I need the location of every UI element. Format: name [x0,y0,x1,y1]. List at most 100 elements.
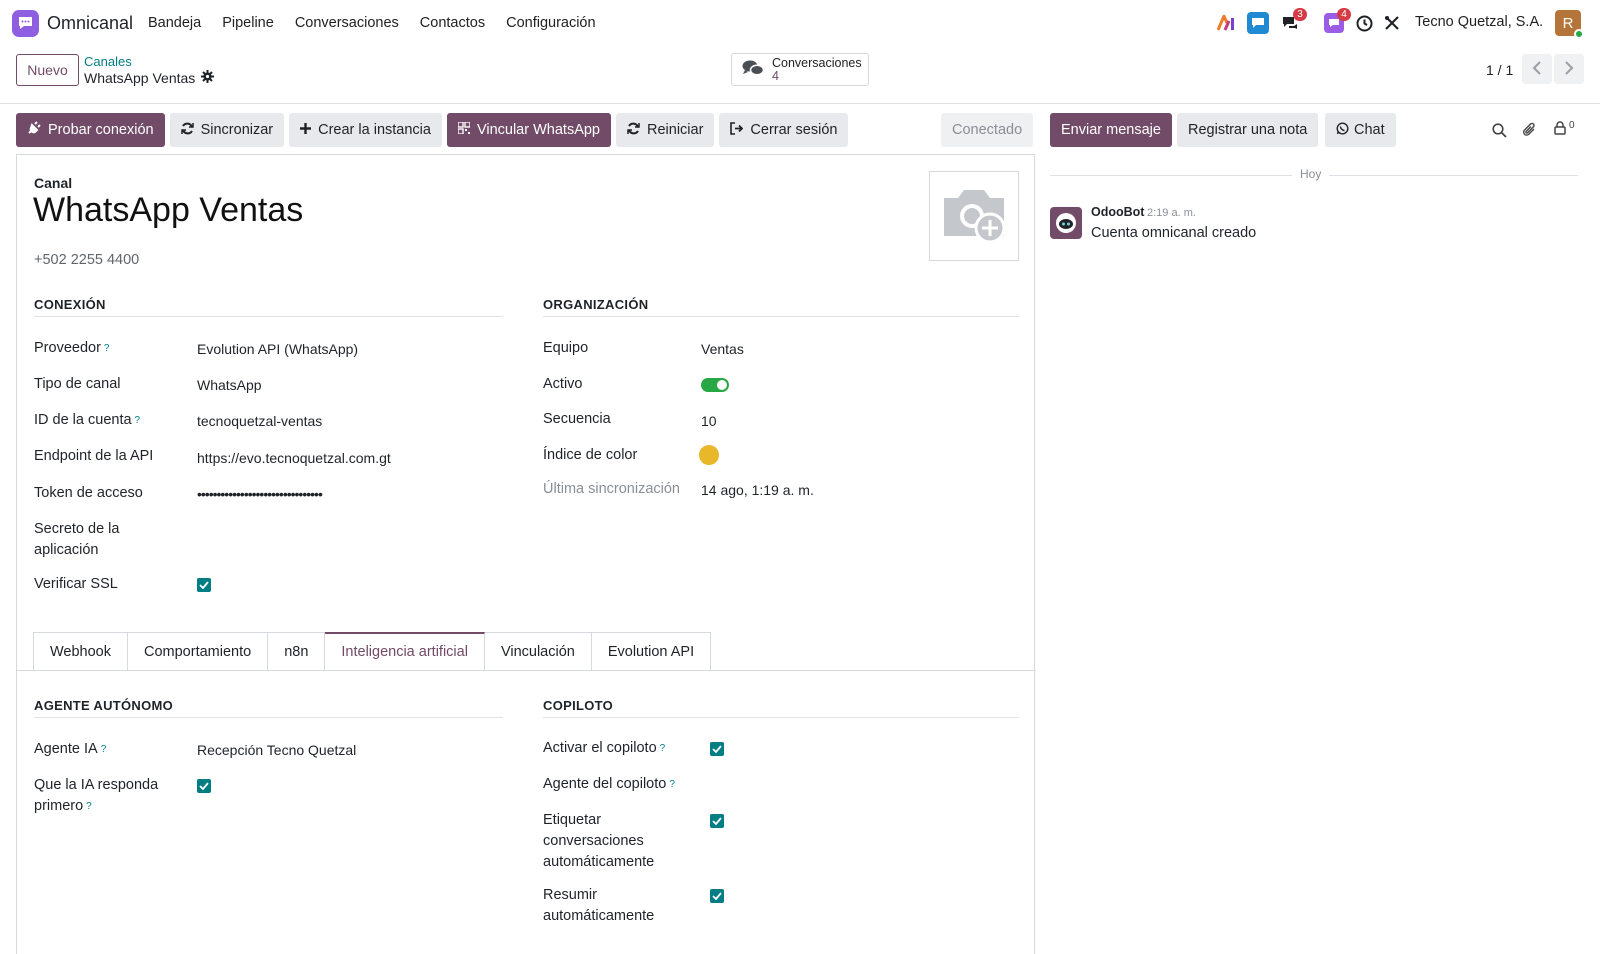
pager-next-button[interactable] [1554,54,1584,84]
whatsapp-chat-button[interactable]: Chat [1325,113,1396,147]
refresh-icon [627,122,640,139]
main-menu: Bandeja Pipeline Conversaciones Contacto… [148,15,617,31]
pager-previous-button[interactable] [1522,54,1552,84]
ssl-checkbox[interactable] [197,578,211,592]
link-whatsapp-button[interactable]: Vincular WhatsApp [446,113,611,147]
pager-value[interactable]: 1 / 1 [1486,62,1513,78]
camera-plus-icon [940,186,1008,247]
provider-label: Proveedor? [34,338,109,359]
channel-name-field[interactable]: WhatsApp Ventas [33,191,303,230]
help-icon[interactable]: ? [86,801,92,812]
check-icon [712,745,722,753]
auto-tag-checkbox[interactable] [710,814,724,828]
conversations-smart-button[interactable]: Conversaciones 4 [731,53,869,86]
new-button[interactable]: Nuevo [16,54,79,86]
help-icon[interactable]: ? [101,744,107,755]
app-name[interactable]: Omnicanal [47,13,133,34]
help-icon[interactable]: ? [135,415,141,426]
phone-field[interactable]: +502 2255 4400 [34,252,139,268]
help-icon[interactable]: ? [669,779,675,790]
breadcrumb: WhatsApp Ventas [84,70,215,86]
messaging-icon[interactable]: 3 [1280,8,1307,34]
log-note-button[interactable]: Registrar una nota [1177,113,1319,147]
logout-button[interactable]: Cerrar sesión [719,113,849,147]
auto-tag-label-line3: automáticamente [543,854,655,870]
menu-item-configuracion[interactable]: Configuración [506,15,595,31]
auto-tag-label-line1: Etiquetar [543,812,602,828]
help-icon[interactable]: ? [104,343,110,354]
sign-out-icon [730,121,744,139]
online-status-dot [1574,29,1584,39]
menu-item-pipeline[interactable]: Pipeline [222,15,274,31]
ai-icon[interactable] [1216,12,1236,34]
sync-button[interactable]: Sincronizar [169,113,285,147]
menu-item-contactos[interactable]: Contactos [420,15,485,31]
color-index-swatch[interactable] [699,445,719,465]
help-icon[interactable]: ? [660,743,666,754]
notebook-tabs: Webhook Comportamiento n8n Inteligencia … [33,632,712,671]
paperclip-icon[interactable] [1522,121,1537,141]
connection-status[interactable]: Conectado [941,113,1034,147]
image-upload[interactable] [929,171,1019,261]
team-field[interactable]: Ventas [701,341,744,357]
copilot-agent-field[interactable] [710,776,1010,796]
test-connection-button[interactable]: Probar conexión [16,113,165,147]
control-panel: Nuevo Canales WhatsApp Ventas Conversaci… [0,46,1600,104]
tools-icon[interactable] [1383,12,1401,34]
send-message-button[interactable]: Enviar mensaje [1050,113,1172,147]
sequence-field[interactable]: 10 [701,413,717,429]
gear-icon[interactable] [201,70,215,86]
message-author[interactable]: OdooBot [1091,205,1144,219]
odoobot-avatar[interactable] [1050,207,1082,239]
tab-evolution-api[interactable]: Evolution API [591,632,712,671]
channel-type-field[interactable]: WhatsApp [197,377,262,393]
copilot-enable-checkbox[interactable] [710,742,724,756]
endpoint-field[interactable]: https://evo.tecnoquetzal.com.gt [197,450,391,466]
breadcrumb-current: WhatsApp Ventas [84,70,196,86]
check-icon [199,782,209,790]
discuss-app-icon[interactable]: 4 [1324,8,1351,34]
ai-agent-field[interactable]: Recepción Tecno Quetzal [197,742,356,758]
tab-webhook[interactable]: Webhook [33,632,128,671]
company-switcher[interactable]: Tecno Quetzal, S.A. [1415,14,1543,30]
channel-type-label: Tipo de canal [34,376,121,392]
ai-agent-label: Agente IA? [34,739,106,760]
plug-icon [27,121,41,139]
account-id-field[interactable]: tecnoquetzal-ventas [197,413,322,429]
ai-first-checkbox[interactable] [197,779,211,793]
restart-button[interactable]: Reiniciar [616,113,715,147]
token-field[interactable]: •••••••••••••••••••••••••••••••• [197,486,323,502]
tab-vinculacion[interactable]: Vinculación [484,632,592,671]
secret-field[interactable] [197,521,497,541]
tab-inteligencia-artificial[interactable]: Inteligencia artificial [325,632,485,671]
livechat-icon[interactable] [1247,12,1269,34]
link-whatsapp-label: Vincular WhatsApp [476,122,600,138]
secret-label-line2: aplicación [34,542,99,558]
create-instance-label: Crear la instancia [318,122,431,138]
copilot-enable-label: Activar el copiloto? [543,738,665,759]
auto-summary-checkbox[interactable] [710,889,724,903]
messaging-badge: 3 [1293,8,1307,21]
chevron-right-icon [1564,60,1574,78]
check-icon [199,581,209,589]
menu-item-conversaciones[interactable]: Conversaciones [295,15,399,31]
omnicanal-app-icon[interactable] [12,10,39,37]
tab-comportamiento[interactable]: Comportamiento [128,632,269,671]
active-toggle[interactable] [701,378,729,392]
ai-first-label-text: primero [34,798,84,814]
user-avatar[interactable]: R [1555,10,1584,39]
organization-heading: ORGANIZACIÓN [543,297,1019,317]
whatsapp-icon [1336,121,1349,139]
form-sheet: Canal WhatsApp Ventas +502 2255 4400 CON… [16,154,1036,954]
clock-icon[interactable] [1355,12,1373,34]
message-body: Cuenta omnicanal creado [1091,225,1257,241]
create-instance-button[interactable]: Crear la instancia [289,113,442,147]
provider-field[interactable]: Evolution API (WhatsApp) [197,341,358,357]
check-icon [712,817,722,825]
auto-summary-label-line1: Resumir [543,887,597,903]
menu-item-bandeja[interactable]: Bandeja [148,15,201,31]
search-icon[interactable] [1492,123,1507,141]
breadcrumb-canales[interactable]: Canales [84,54,132,69]
tab-n8n[interactable]: n8n [268,632,326,671]
followers-button[interactable]: 0 [1553,120,1575,139]
